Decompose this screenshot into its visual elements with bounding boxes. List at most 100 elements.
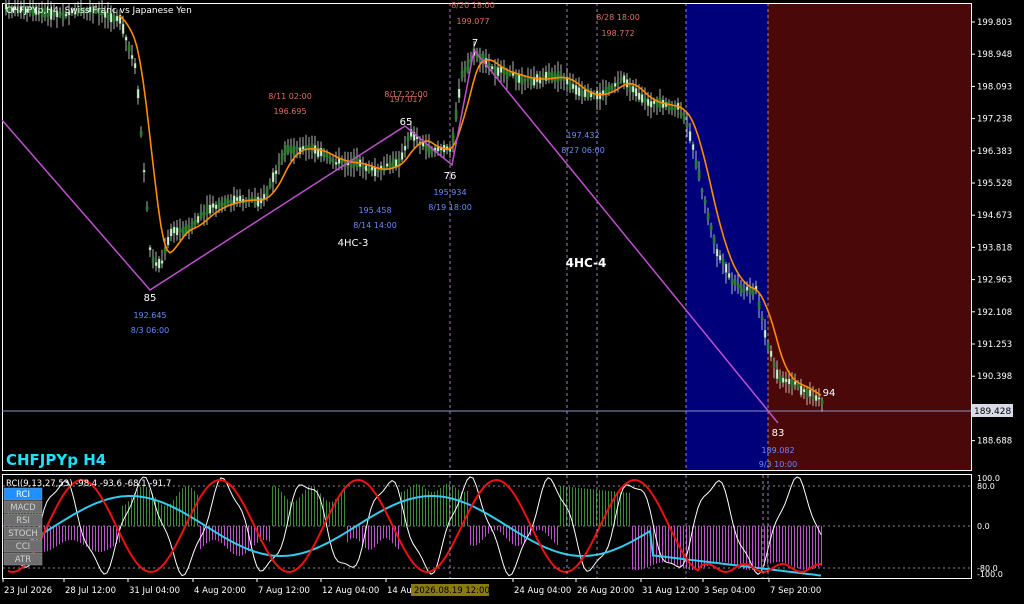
hist-bar (245, 526, 246, 554)
candle-body (721, 259, 725, 266)
time-tick-label: 7 Sep 20:00 (770, 586, 821, 596)
candle-body (133, 62, 137, 69)
indicator-pane-frame (2, 474, 972, 579)
candle-body (322, 151, 326, 158)
indicator-button-macd[interactable]: MACD (3, 500, 43, 514)
hist-bar (782, 526, 783, 563)
candle-body (706, 212, 710, 221)
candle-body (274, 170, 278, 175)
candle-body (295, 147, 299, 150)
time-tick-label: 24 Aug 04:00 (514, 586, 571, 596)
indicator-button-stoch[interactable]: STOCH (3, 526, 43, 540)
hist-bar (755, 526, 756, 570)
candle-body (733, 279, 737, 285)
hist-bar (542, 526, 543, 531)
hist-bar (476, 526, 477, 546)
indicator-button-label: STOCH (8, 529, 38, 539)
candle-body (256, 196, 260, 207)
candle-body (271, 172, 275, 183)
annotation-time: 8/14 14:00 (353, 221, 397, 230)
candle-body (709, 225, 713, 230)
indicator-level-label: 80.0 (977, 482, 995, 491)
time-tick-label: 4 Aug 20:00 (194, 586, 246, 596)
hist-bar (179, 491, 180, 526)
candle-body (679, 112, 683, 116)
candle-body (277, 161, 281, 165)
hist-bar (716, 526, 717, 563)
hist-bar (443, 485, 444, 526)
candle-body (820, 400, 824, 405)
time-tick-label: 7 Aug 12:00 (258, 586, 310, 596)
price-tick-label: 192.963 (977, 276, 1012, 286)
hist-bar (401, 491, 402, 526)
candle-body (148, 246, 152, 251)
candle-body (784, 378, 788, 383)
hist-bar (404, 491, 405, 526)
swing-count: 76 (444, 171, 457, 182)
hist-bar (749, 526, 750, 570)
candle-body (115, 15, 119, 22)
indicator-button-cci[interactable]: CCI (3, 539, 43, 553)
time-tick-label: 31 Aug 12:00 (642, 586, 699, 596)
hist-bar (137, 489, 138, 526)
hist-bar (506, 526, 507, 539)
candle-body (136, 88, 140, 99)
hist-bar (524, 526, 525, 543)
candle-body (388, 162, 392, 169)
hist-bar (233, 526, 234, 555)
candle-body (718, 254, 722, 261)
hist-bar (458, 489, 459, 526)
hist-bar (380, 526, 381, 541)
hist-bar (203, 526, 204, 547)
hist-bar (269, 526, 270, 542)
hist-bar (302, 493, 303, 526)
candle-body (730, 278, 734, 285)
candle-body (328, 156, 332, 162)
candle-body (745, 286, 749, 291)
price-tick-label: 198.948 (977, 50, 1012, 60)
hist-bar (593, 489, 594, 526)
candle-body (283, 145, 287, 156)
candle-body (652, 100, 656, 105)
candle-body (724, 263, 728, 274)
hist-bar (488, 526, 489, 534)
hist-bar (344, 488, 345, 526)
candle-body (616, 81, 620, 85)
hist-bar (539, 526, 540, 531)
price-axis: 199.803 198.948 198.093 197.238 196.383 195.5… (971, 18, 1012, 447)
candle-body (619, 77, 623, 81)
indicator-button-rci[interactable]: RCI (3, 487, 43, 501)
candle-body (643, 97, 647, 103)
swing-count: 65 (400, 117, 413, 128)
price-chart[interactable]: 85192.6458/3 06:008/17 22:006576195.9348… (0, 0, 1024, 600)
hist-bar (644, 526, 645, 569)
hist-bar (485, 526, 486, 537)
swing-count: 94 (823, 388, 836, 399)
swing-count: 85 (144, 293, 157, 304)
indicator-button-atr[interactable]: ATR (3, 552, 43, 566)
candle-body (622, 75, 626, 84)
hist-bar (551, 526, 552, 540)
indicator-button-rsi[interactable]: RSI (3, 513, 43, 527)
indicator-buttons[interactable]: RCI MACD RSI STOCH CCI ATR (3, 487, 43, 566)
hist-bar (623, 492, 624, 526)
candle-body (355, 156, 359, 167)
candle-body (688, 131, 692, 142)
candle-body (460, 71, 464, 78)
hist-bar (359, 526, 360, 542)
chart-label: CHFJPYp H4 (6, 451, 106, 469)
candle-body (457, 88, 461, 99)
hist-bar (770, 526, 771, 564)
price-tick-label: 190.398 (977, 372, 1012, 382)
hist-bar (128, 501, 129, 526)
candle-body (211, 203, 215, 209)
wave-label: 4HC-3 (338, 238, 369, 249)
hist-bar (776, 526, 777, 563)
indicator-level-label: 0.0 (977, 522, 990, 531)
hist-bar (584, 488, 585, 526)
candle-body (583, 89, 587, 98)
hist-bar (59, 526, 60, 545)
candle-body (145, 206, 149, 210)
candle-body (190, 221, 194, 228)
candle-body (310, 143, 314, 153)
